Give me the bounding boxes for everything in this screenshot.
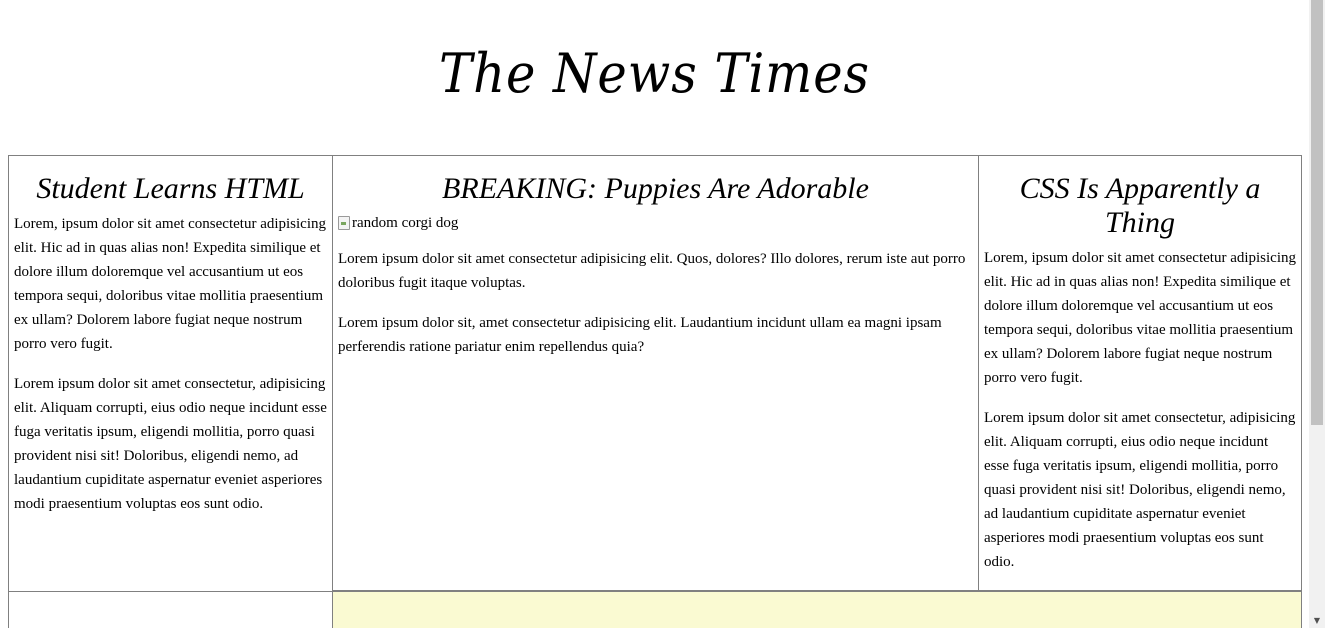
vertical-scrollbar[interactable]: ▲ ▼ (1309, 0, 1325, 628)
article-paragraph: Lorem, ipsum dolor sit amet consectetur … (14, 216, 327, 352)
page-viewport: The News Times Student Learns HTML Lorem… (0, 0, 1309, 628)
article-left: Student Learns HTML Lorem, ipsum dolor s… (8, 155, 333, 592)
article-paragraph: Lorem ipsum dolor sit amet consectetur, … (14, 376, 327, 512)
article-headline: CSS Is Apparently a Thing (1019, 172, 1261, 239)
news-table: Student Learns HTML Lorem, ipsum dolor s… (8, 155, 1302, 628)
article-right: CSS Is Apparently a Thing Lorem, ipsum d… (978, 155, 1302, 592)
highlight-cell (332, 590, 1302, 628)
table-row: Student Learns HTML Lorem, ipsum dolor s… (8, 155, 1302, 592)
article-image: random corgi dog (338, 212, 973, 234)
article-paragraph: Lorem ipsum dolor sit, amet consectetur … (338, 315, 942, 355)
scrollbar-thumb[interactable] (1311, 0, 1323, 425)
article-middle: BREAKING: Puppies Are Adorable random co… (332, 155, 979, 592)
article-paragraph: Lorem ipsum dolor sit amet consectetur, … (984, 410, 1296, 570)
table-row (8, 590, 1302, 628)
table-cell (8, 590, 333, 628)
image-alt-text: random corgi dog (352, 215, 459, 231)
article-paragraph: Lorem ipsum dolor sit amet consectetur a… (338, 251, 966, 291)
article-headline: Student Learns HTML (36, 172, 305, 205)
article-headline: BREAKING: Puppies Are Adorable (442, 172, 869, 205)
broken-image-icon (338, 216, 350, 230)
article-paragraph: Lorem, ipsum dolor sit amet consectetur … (984, 250, 1297, 386)
site-title: The News Times (439, 42, 870, 105)
chevron-down-icon[interactable]: ▼ (1309, 612, 1325, 628)
